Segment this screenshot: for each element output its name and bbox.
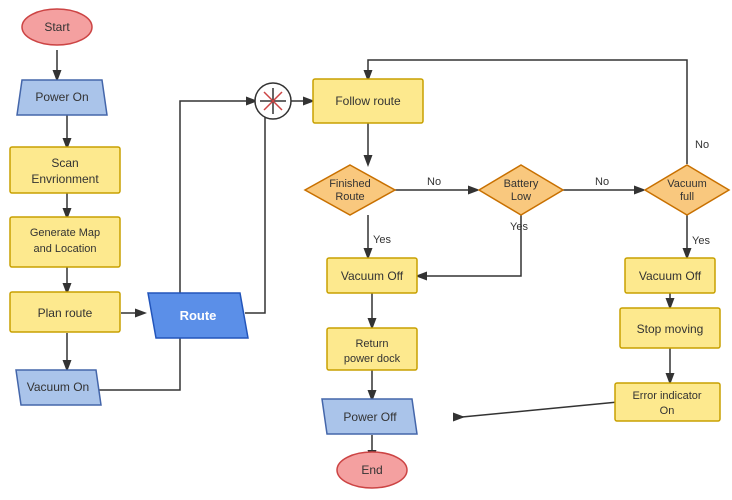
batterylow-node — [479, 165, 563, 215]
start-label: Start — [44, 20, 70, 34]
label-no1: No — [427, 176, 441, 188]
label-yes3: Yes — [692, 235, 710, 247]
arrow-error-poweroff — [462, 402, 618, 417]
vacuumfull-label1: Vacuum — [667, 178, 707, 190]
planroute-label: Plan route — [38, 306, 93, 320]
scan-label1: Scan — [51, 156, 78, 170]
genmap-label1: Generate Map — [30, 227, 100, 239]
genmap-label2: and Location — [34, 243, 97, 255]
finishedroute-node — [305, 165, 395, 215]
label-no3: No — [695, 139, 709, 151]
returndock-label1: Return — [355, 338, 388, 350]
vacuumoff1-label: Vacuum Off — [341, 269, 404, 283]
finishedroute-label1: Finished — [329, 178, 371, 190]
vacuumon-label: Vacuum On — [27, 380, 89, 394]
stopmoving-label: Stop moving — [637, 322, 704, 336]
arrow-battery-vacoff1 — [418, 215, 521, 276]
poweroff-label: Power Off — [343, 410, 397, 424]
label-yes2: Yes — [510, 221, 528, 233]
poweron-label: Power On — [35, 90, 88, 104]
label-no2: No — [595, 176, 609, 188]
errorindicator-label2: On — [660, 405, 675, 417]
end-label: End — [361, 463, 382, 477]
label-yes1: Yes — [373, 234, 391, 246]
finishedroute-label2: Route — [335, 191, 364, 203]
errorindicator-label1: Error indicator — [632, 390, 701, 402]
vacuumoff2-label: Vacuum Off — [639, 269, 702, 283]
followroute-label: Follow route — [335, 94, 401, 108]
scan-node — [10, 147, 120, 193]
vacuumfull-node — [645, 165, 729, 215]
vacuumfull-label2: full — [680, 191, 694, 203]
batterylow-label1: Battery — [504, 178, 539, 190]
batterylow-label2: Low — [511, 191, 531, 203]
scan-label2: Envrionment — [31, 172, 99, 186]
arrow-route-xor — [245, 101, 265, 313]
genmap-node — [10, 217, 120, 267]
route-label: Route — [180, 308, 217, 323]
returndock-label2: power dock — [344, 353, 401, 365]
